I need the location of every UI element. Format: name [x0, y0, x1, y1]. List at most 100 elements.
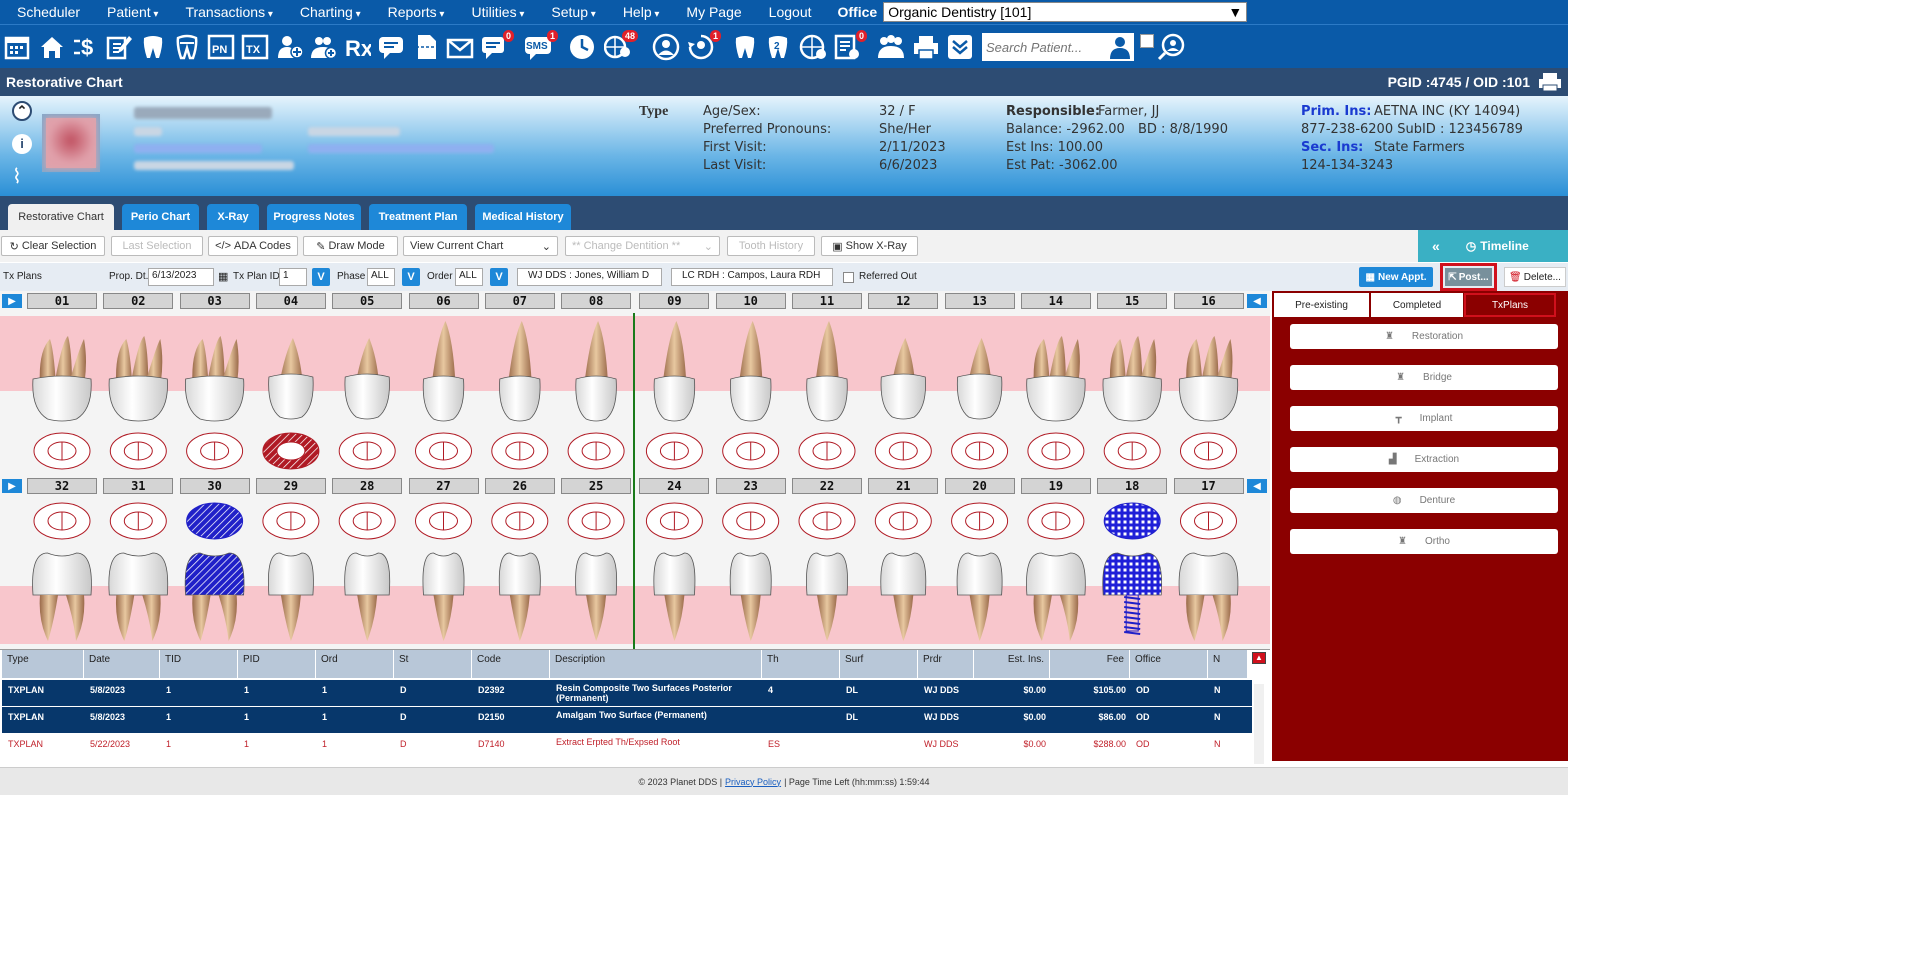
- last-selection-button[interactable]: Last Selection: [111, 236, 203, 256]
- menu-scheduler[interactable]: Scheduler: [0, 4, 90, 20]
- privacy-policy-link[interactable]: Privacy Policy: [725, 777, 781, 787]
- tooth-number-11[interactable]: 11: [792, 293, 862, 309]
- tooth-number-23[interactable]: 23: [715, 478, 786, 494]
- tooth-number-25[interactable]: 25: [561, 478, 632, 494]
- tab-completed[interactable]: Completed: [1371, 293, 1463, 317]
- tooth-number-26[interactable]: 26: [484, 478, 555, 494]
- menu-utilities[interactable]: Utilities ▾: [454, 4, 534, 20]
- denture-button[interactable]: ◍ Denture: [1290, 488, 1558, 513]
- expand-down-icon[interactable]: [945, 32, 975, 62]
- prescription-icon[interactable]: Rx: [342, 32, 372, 62]
- tooth-number-03[interactable]: 03: [179, 293, 250, 309]
- ada-codes-button[interactable]: </> ADA Codes: [208, 236, 298, 256]
- plan-id-input[interactable]: 1: [279, 268, 307, 286]
- dentition-select[interactable]: ** Change Dentition ** ⌄: [565, 236, 720, 256]
- menu-my-page[interactable]: My Page: [669, 4, 751, 20]
- web-users-icon[interactable]: 48: [603, 30, 638, 62]
- tab-pre-existing[interactable]: Pre-existing: [1274, 293, 1369, 317]
- grid-scrollbar[interactable]: [1254, 684, 1264, 764]
- column-header-tid[interactable]: TID: [160, 650, 238, 678]
- extraction-button[interactable]: ▟ Extraction: [1290, 447, 1558, 472]
- column-header-date[interactable]: Date: [84, 650, 160, 678]
- edit-notes-icon[interactable]: [104, 32, 134, 62]
- menu-charting[interactable]: Charting ▾: [283, 4, 371, 20]
- tooth-two-icon[interactable]: 2: [763, 32, 793, 62]
- office-select[interactable]: Organic Dentistry [101] ▼: [883, 2, 1248, 22]
- column-header-pid[interactable]: PID: [238, 650, 316, 678]
- printer-icon[interactable]: [911, 32, 941, 62]
- tab-restorative-chart[interactable]: Restorative Chart: [8, 204, 114, 230]
- draw-mode-button[interactable]: ✎ Draw Mode: [303, 236, 398, 256]
- mail-icon[interactable]: [445, 32, 475, 62]
- bridge-button[interactable]: ♜ Bridge: [1290, 365, 1558, 390]
- column-header-description[interactable]: Description: [550, 650, 762, 678]
- progress-notes-icon[interactable]: PN: [206, 32, 236, 62]
- dollar-transfer-icon[interactable]: $: [71, 32, 101, 62]
- column-header-th[interactable]: Th: [762, 650, 840, 678]
- tooth-number-32[interactable]: 32: [27, 478, 97, 494]
- tab-x-ray[interactable]: X-Ray: [207, 204, 259, 230]
- tab-medical-history[interactable]: Medical History: [475, 204, 571, 230]
- column-header-n[interactable]: N: [1208, 650, 1248, 678]
- info-icon[interactable]: i: [12, 134, 32, 154]
- column-header-office[interactable]: Office: [1130, 650, 1208, 678]
- print-icon[interactable]: [1538, 72, 1562, 92]
- delete-button[interactable]: 🗑 Delete...: [1504, 267, 1566, 287]
- tooth-number-16[interactable]: 16: [1173, 293, 1244, 309]
- tooth-number-04[interactable]: 04: [255, 293, 326, 309]
- patient-portal-icon[interactable]: [651, 32, 681, 62]
- post-button[interactable]: ⇱ Post...: [1445, 268, 1492, 286]
- home-icon[interactable]: [37, 32, 67, 62]
- column-header-est-ins[interactable]: Est. Ins.: [974, 650, 1050, 678]
- tooth-number-17[interactable]: 17: [1173, 478, 1244, 494]
- tab-txplans[interactable]: TxPlans: [1464, 293, 1556, 317]
- treatment-plan-icon[interactable]: TX: [240, 32, 270, 62]
- menu-transactions[interactable]: Transactions ▾: [168, 4, 282, 20]
- tooth-number-12[interactable]: 12: [868, 293, 939, 309]
- hygienist-select[interactable]: LC RDH : Campos, Laura RDH: [671, 268, 833, 286]
- perio-tooth-icon[interactable]: [172, 32, 202, 62]
- lower-prev-arrow-icon[interactable]: ▶: [2, 479, 22, 493]
- tooth-history-button[interactable]: Tooth History: [727, 236, 815, 256]
- document-icon[interactable]: [411, 32, 441, 62]
- tooth-number-21[interactable]: 21: [868, 478, 939, 494]
- tooth-number-24[interactable]: 24: [639, 478, 710, 494]
- show-x-ray-button[interactable]: ▣ Show X-Ray: [821, 236, 918, 256]
- menu-patient[interactable]: Patient ▾: [90, 4, 168, 20]
- lower-next-arrow-icon[interactable]: ◀: [1247, 479, 1267, 493]
- menu-help[interactable]: Help ▾: [606, 4, 670, 20]
- menu-reports[interactable]: Reports ▾: [371, 4, 455, 20]
- prop-dt-input[interactable]: 6/13/2023: [148, 268, 214, 286]
- menu-setup[interactable]: Setup ▾: [534, 4, 605, 20]
- table-row[interactable]: TXPLAN 5/22/2023 1 1 1 D D7140 Extract Erpted T…: [2, 734, 1252, 760]
- column-header-ord[interactable]: Ord: [316, 650, 394, 678]
- table-row[interactable]: TXPLAN 5/8/2023 1 1 1 D D2392 Resin Composite T…: [2, 680, 1252, 706]
- tooth-number-14[interactable]: 14: [1020, 293, 1091, 309]
- clear-selection-button[interactable]: ↻ Clear Selection: [1, 236, 105, 256]
- web-settings-icon[interactable]: [798, 32, 828, 62]
- plan-id-v-button[interactable]: V: [312, 268, 330, 286]
- tooth-number-20[interactable]: 20: [944, 478, 1015, 494]
- new-appt-button[interactable]: ▦ New Appt.: [1359, 267, 1433, 287]
- tab-perio-chart[interactable]: Perio Chart: [122, 204, 199, 230]
- implant-button[interactable]: ┳ Implant: [1290, 406, 1558, 431]
- column-header-st[interactable]: St: [394, 650, 472, 678]
- tooth-number-07[interactable]: 07: [484, 293, 555, 309]
- column-header-prdr[interactable]: Prdr: [918, 650, 974, 678]
- ortho-button[interactable]: ♜ Ortho: [1290, 529, 1558, 554]
- clock-icon[interactable]: [567, 32, 597, 62]
- column-header-type[interactable]: Type: [2, 650, 84, 678]
- referred-out-checkbox[interactable]: [843, 272, 854, 283]
- column-header-code[interactable]: Code: [472, 650, 550, 678]
- grid-export-icon[interactable]: ▲: [1252, 652, 1266, 664]
- tooth-icon[interactable]: [730, 32, 760, 62]
- calendar-icon[interactable]: [2, 32, 32, 62]
- timeline-toggle[interactable]: « ◷ Timeline: [1418, 230, 1568, 262]
- tooth-number-28[interactable]: 28: [332, 478, 403, 494]
- tooth-number-02[interactable]: 02: [103, 293, 174, 309]
- add-patient-icon[interactable]: [275, 32, 305, 62]
- order-v-button[interactable]: V: [490, 268, 508, 286]
- phase-v-button[interactable]: V: [402, 268, 420, 286]
- recall-icon[interactable]: 1: [686, 30, 721, 62]
- patient-search-icon[interactable]: [1106, 33, 1134, 61]
